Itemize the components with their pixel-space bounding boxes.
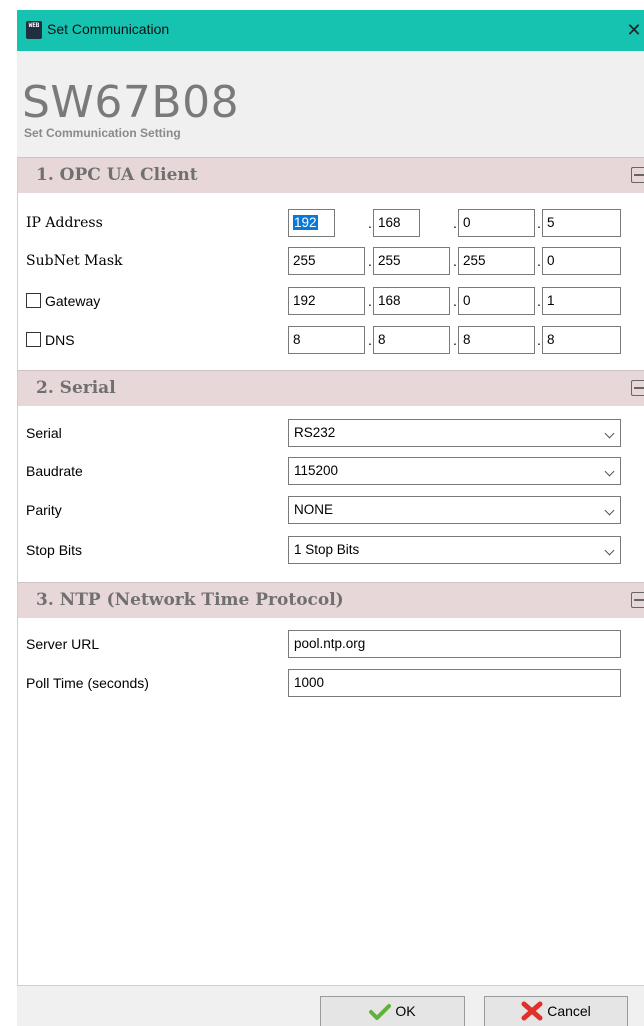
dns-octet-4[interactable]: 8 (542, 326, 621, 354)
page-subtitle: Set Communication Setting (24, 126, 181, 140)
gateway-octet-3[interactable]: 0 (458, 287, 535, 315)
ip-dot: . (537, 253, 541, 269)
ip-octet-4-value: 5 (547, 215, 555, 230)
server-url-label: Server URL (26, 636, 100, 652)
serial-select[interactable]: RS232 (288, 419, 621, 447)
gateway-octet-1-value: 192 (293, 293, 316, 308)
baudrate-select-value: 115200 (294, 463, 339, 478)
gateway-octet-2-value: 168 (378, 293, 401, 308)
cancel-label: Cancel (547, 1003, 591, 1019)
collapse-icon[interactable] (631, 167, 644, 183)
dns-octet-1-value: 8 (293, 332, 301, 347)
cancel-button[interactable]: Cancel (484, 996, 628, 1026)
dns-octet-3[interactable]: 8 (458, 326, 535, 354)
gateway-octet-4[interactable]: 1 (542, 287, 621, 315)
dialog-footer: OK Cancel (17, 985, 644, 1026)
ip-dot: . (368, 253, 372, 269)
subnet-octet-3[interactable]: 255 (458, 247, 535, 275)
section-title: 1. OPC UA Client (36, 165, 198, 185)
dns-octet-3-value: 8 (463, 332, 471, 347)
ok-label: OK (395, 1003, 416, 1019)
ip-dot: . (368, 332, 372, 348)
ip-dot: . (537, 332, 541, 348)
section-ntp-header[interactable]: 3. NTP (Network Time Protocol) (18, 582, 644, 618)
subnet-octet-3-value: 255 (463, 253, 486, 268)
product-name: SW67B08 (22, 77, 240, 128)
ok-button[interactable]: OK (320, 996, 465, 1026)
poll-time-input[interactable]: 1000 (288, 669, 621, 697)
serial-label: Serial (26, 425, 62, 441)
subnet-octet-1-value: 255 (293, 253, 316, 268)
red-x-icon (521, 1001, 543, 1021)
ip-address-label: IP Address (26, 215, 103, 231)
subnet-mask-label: SubNet Mask (26, 253, 123, 269)
set-communication-window: WEB Set Communication ✕ SW67B08 Set Comm… (17, 10, 644, 1026)
section-serial-header[interactable]: 2. Serial (18, 370, 644, 406)
gateway-octet-3-value: 0 (463, 293, 471, 308)
settings-panel: 1. OPC UA Client IP Address 192 168 0 5 … (17, 157, 644, 985)
chevron-down-icon (604, 545, 615, 556)
collapse-icon[interactable] (631, 592, 644, 608)
page-header: SW67B08 Set Communication Setting (17, 51, 644, 157)
ip-octet-3-value: 0 (463, 215, 471, 230)
stop-bits-select-value: 1 Stop Bits (294, 542, 360, 557)
subnet-octet-2-value: 255 (378, 253, 401, 268)
ip-octet-3[interactable]: 0 (458, 209, 535, 237)
subnet-octet-4[interactable]: 0 (542, 247, 621, 275)
gateway-label: Gateway (45, 293, 101, 309)
subnet-octet-4-value: 0 (547, 253, 555, 268)
parity-select-value: NONE (294, 502, 334, 517)
serial-select-value: RS232 (294, 425, 336, 440)
gateway-octet-4-value: 1 (547, 293, 555, 308)
close-icon[interactable]: ✕ (624, 10, 644, 51)
collapse-icon[interactable] (631, 380, 644, 396)
gateway-octet-2[interactable]: 168 (373, 287, 450, 315)
section-title: 3. NTP (Network Time Protocol) (36, 590, 344, 610)
gateway-label-row: Gateway (26, 293, 100, 309)
checkmark-icon (369, 1004, 392, 1020)
ip-octet-2[interactable]: 168 (373, 209, 420, 237)
section-title: 2. Serial (36, 378, 116, 398)
server-url-value: pool.ntp.org (294, 636, 366, 651)
baudrate-select[interactable]: 115200 (288, 457, 621, 485)
app-web-icon: WEB (26, 21, 42, 39)
ip-dot: . (368, 215, 372, 231)
ip-dot: . (453, 293, 457, 309)
ip-octet-4[interactable]: 5 (542, 209, 621, 237)
ip-octet-1[interactable]: 192 (288, 209, 335, 237)
chevron-down-icon (604, 428, 615, 439)
dns-octet-4-value: 8 (547, 332, 555, 347)
ip-dot: . (453, 215, 457, 231)
parity-label: Parity (26, 502, 62, 518)
subnet-octet-1[interactable]: 255 (288, 247, 365, 275)
section-opc-ua-client-header[interactable]: 1. OPC UA Client (18, 157, 644, 193)
chevron-down-icon (604, 505, 615, 516)
ip-dot: . (453, 253, 457, 269)
ip-octet-2-value: 168 (378, 215, 401, 230)
dns-octet-2-value: 8 (378, 332, 386, 347)
window-title: Set Communication (47, 21, 170, 37)
dns-octet-1[interactable]: 8 (288, 326, 365, 354)
ip-dot: . (453, 332, 457, 348)
ip-dot: . (368, 293, 372, 309)
ip-dot: . (537, 215, 541, 231)
server-url-input[interactable]: pool.ntp.org (288, 630, 621, 658)
stop-bits-select[interactable]: 1 Stop Bits (288, 536, 621, 564)
gateway-octet-1[interactable]: 192 (288, 287, 365, 315)
poll-time-value: 1000 (294, 675, 325, 690)
chevron-down-icon (604, 466, 615, 477)
gateway-checkbox[interactable] (26, 293, 41, 308)
ip-octet-1-selected-text: 192 (293, 215, 318, 230)
subnet-octet-2[interactable]: 255 (373, 247, 450, 275)
dns-checkbox[interactable] (26, 332, 41, 347)
stop-bits-label: Stop Bits (26, 542, 83, 558)
dns-label-row: DNS (26, 332, 75, 348)
parity-select[interactable]: NONE (288, 496, 621, 524)
baudrate-label: Baudrate (26, 463, 83, 479)
title-bar: WEB Set Communication ✕ (17, 10, 644, 51)
dns-label: DNS (45, 332, 75, 348)
ip-dot: . (537, 293, 541, 309)
dns-octet-2[interactable]: 8 (373, 326, 450, 354)
poll-time-label: Poll Time (seconds) (26, 675, 149, 691)
